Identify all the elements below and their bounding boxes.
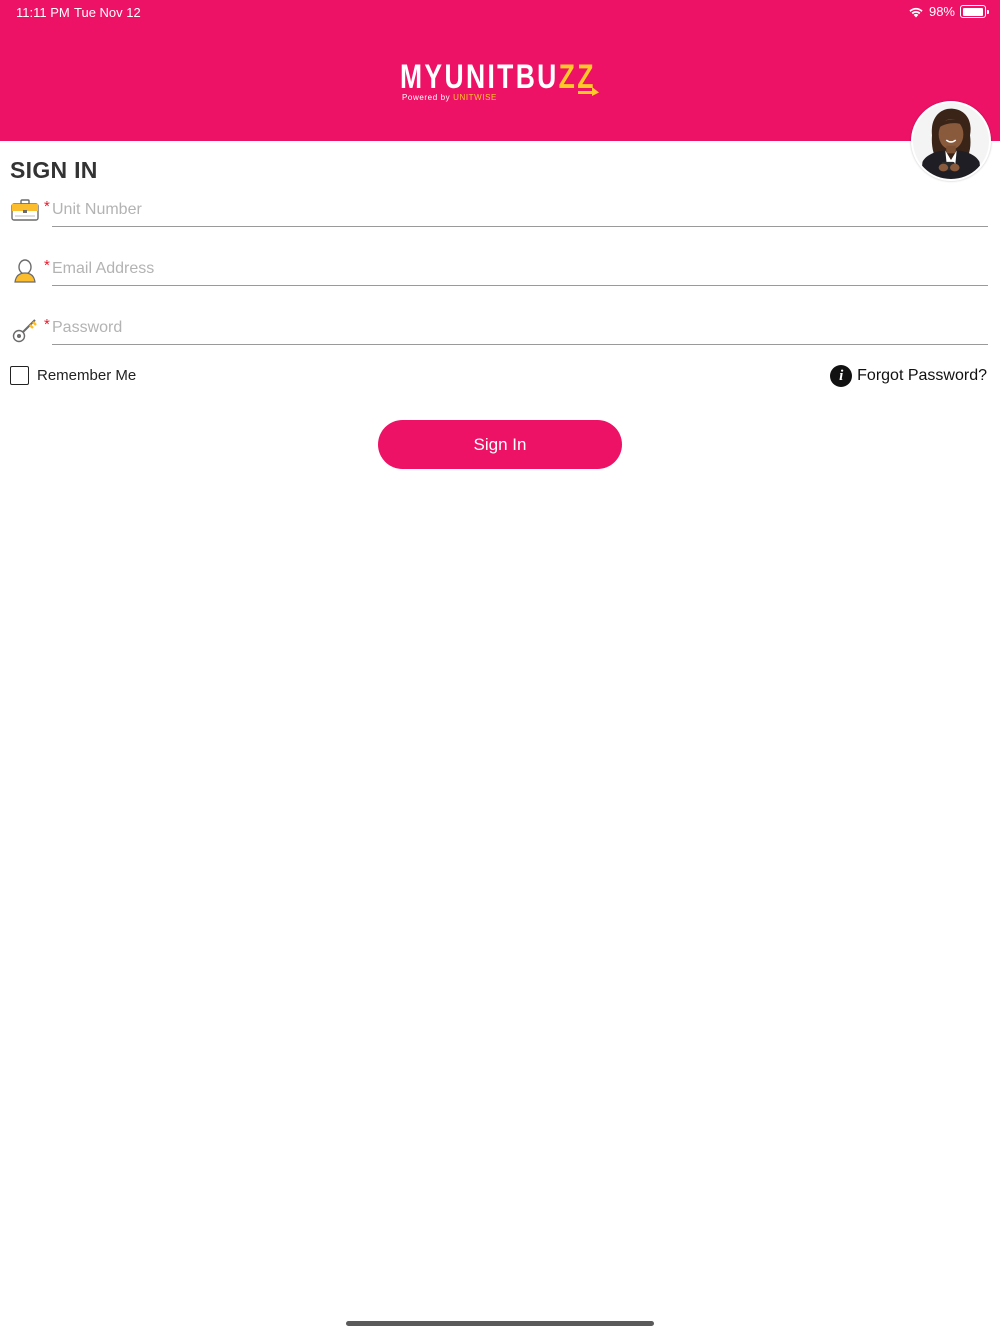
- password-field: *: [10, 315, 988, 359]
- required-marker: *: [44, 316, 50, 333]
- unit-number-field: *: [10, 197, 988, 241]
- logo-arrow-icon: [578, 87, 599, 96]
- email-address-field: *: [10, 256, 988, 300]
- briefcase-icon: [10, 197, 40, 227]
- status-indicators: 98%: [908, 4, 989, 19]
- required-marker: *: [44, 257, 50, 274]
- user-avatar[interactable]: [911, 101, 991, 181]
- remember-me-checkbox[interactable]: [10, 366, 29, 385]
- required-marker: *: [44, 198, 50, 215]
- logo-brand: UNITWISE: [453, 93, 497, 102]
- logo-tagline: Powered by UNITWISE: [402, 93, 497, 102]
- unit-number-input[interactable]: [52, 197, 988, 227]
- forgot-password-label[interactable]: Forgot Password?: [857, 367, 987, 385]
- app-logo: MYUNITBUZZ Powered by UNITWISE: [400, 58, 600, 104]
- password-input[interactable]: [52, 315, 988, 345]
- home-indicator[interactable]: [346, 1321, 654, 1326]
- logo-wordmark: MYUNITBUZZ: [400, 58, 596, 96]
- info-icon: i: [830, 365, 853, 387]
- sign-in-button[interactable]: Sign In: [378, 420, 622, 469]
- battery-percent: 98%: [928, 4, 955, 19]
- app-header: 11:11 PM Tue Nov 12 98% MYUNITBUZZ Power…: [0, 0, 1000, 141]
- page-title: SIGN IN: [10, 157, 98, 183]
- battery-icon: [960, 5, 989, 18]
- wifi-icon: [909, 7, 923, 17]
- status-time: 11:11 PM: [16, 5, 70, 20]
- key-icon: [10, 315, 40, 345]
- battery-level: [962, 7, 984, 16]
- email-address-input[interactable]: [52, 256, 988, 286]
- forgot-password-link[interactable]: i Forgot Password?: [830, 365, 987, 387]
- status-date: Tue Nov 12: [74, 5, 141, 20]
- remember-me-label[interactable]: Remember Me: [37, 367, 136, 384]
- user-icon: [10, 256, 40, 286]
- remember-me[interactable]: Remember Me: [10, 366, 136, 385]
- status-bar: 11:11 PM Tue Nov 12 98%: [0, 0, 1000, 24]
- avatar-photo-icon: [913, 103, 989, 179]
